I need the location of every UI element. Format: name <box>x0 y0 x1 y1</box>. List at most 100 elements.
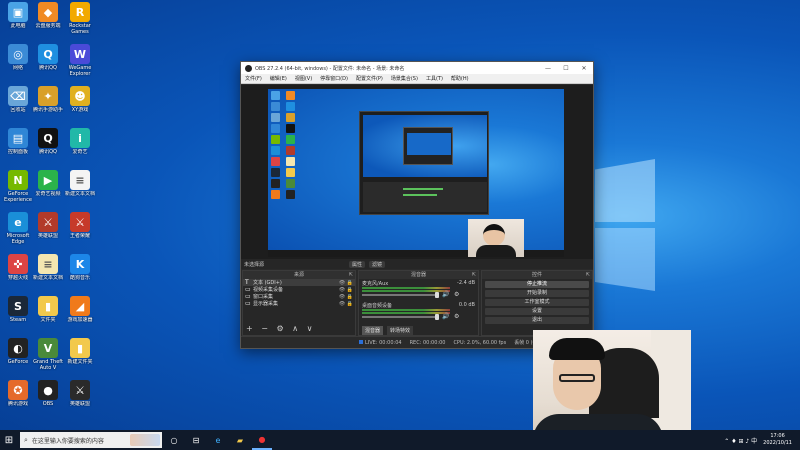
live-status: LIVE: 00:00:04 <box>359 339 402 346</box>
speaker-icon[interactable]: 🔊 <box>442 291 449 298</box>
windows-start-icon[interactable]: ⊞ <box>0 435 18 446</box>
desktop-icon-label: 爱奇艺视频 <box>35 191 61 197</box>
menu-edit[interactable]: 编辑(E) <box>270 75 287 82</box>
sources-list: T 文本 (GDI+) 👁 🔒 ▭ 视频采集设备 👁 🔒 ▭ 窗口采集 👁 🔒 ▭ 显示器采集 👁 🔒 <box>243 279 355 307</box>
desktop-icon[interactable]: V Grand Theft Auto V <box>30 338 66 371</box>
desktop-icon-label: Rockstar Games <box>69 23 91 35</box>
close-button[interactable]: ✕ <box>575 65 593 72</box>
dock-gear-icon[interactable]: ⇱ <box>349 271 353 279</box>
obs-logo-icon <box>245 64 252 72</box>
dock-gear-icon[interactable]: ⇱ <box>586 271 590 279</box>
desktop-icon-label: 腾讯QQ <box>39 149 57 155</box>
exit-button[interactable]: 退出 <box>485 317 589 324</box>
desktop-icon[interactable]: ✦ 腾讯手游助手 <box>30 86 66 113</box>
desktop-icon[interactable]: Q 腾讯QQ <box>30 128 66 155</box>
desktop-icon-label: 腾讯手游助手 <box>32 107 63 113</box>
desktop-icon[interactable]: ● OBS <box>30 380 66 407</box>
desktop-icon[interactable]: ⚔ 英雄联盟 <box>30 212 66 239</box>
desktop-icon[interactable]: ⚔ 英雄联盟 <box>62 380 98 407</box>
desktop-icon[interactable]: ◢ 游戏加速器 <box>62 296 98 323</box>
speaker-icon[interactable]: 🔊 <box>442 313 449 320</box>
desktop-icon[interactable]: ▶ 爱奇艺视频 <box>30 170 66 197</box>
properties-button[interactable]: 属性 <box>349 260 366 268</box>
desktop-icon[interactable]: ▮ 文件夹 <box>30 296 66 323</box>
tab-transitions[interactable]: 转场特效 <box>387 325 414 335</box>
cortana-icon[interactable]: ○ <box>164 430 184 450</box>
window-title: OBS 27.2.4 (64-bit, windows) - 配置文件: 未命名… <box>255 65 405 72</box>
desktop-icon-label: WeGame Explorer <box>68 65 92 77</box>
gear-icon[interactable]: ⚙ <box>454 291 459 298</box>
app-icon: e <box>8 212 28 232</box>
desktop-icon[interactable]: ⚔ 王者荣耀 <box>62 212 98 239</box>
desktop-icon[interactable]: K 酷狗音乐 <box>62 254 98 281</box>
tray-icons[interactable]: ⌃ ♦ ⊞ ♪ 中 <box>724 436 757 445</box>
source-visibility-lock-icons[interactable]: 👁 🔒 <box>337 280 355 286</box>
desktop-icon[interactable]: W WeGame Explorer <box>62 44 98 77</box>
volume-slider[interactable] <box>362 314 439 320</box>
source-item[interactable]: ▭ 视频采集设备 👁 🔒 <box>243 286 355 293</box>
source-visibility-lock-icons[interactable]: 👁 🔒 <box>337 287 355 293</box>
desktop-icon-label: 新建文本文档 <box>64 191 95 197</box>
stop-streaming-button[interactable]: 停止推流 <box>485 281 589 288</box>
menu-file[interactable]: 文件(F) <box>245 75 262 82</box>
app-icon: ▶ <box>38 170 58 190</box>
search-highlight-image[interactable] <box>130 434 160 446</box>
obs-titlebar[interactable]: OBS 27.2.4 (64-bit, windows) - 配置文件: 未命名… <box>241 62 593 74</box>
context-bar: 未选择源 属性 滤镜 <box>241 259 593 269</box>
studio-mode-button[interactable]: 工作室模式 <box>485 299 589 306</box>
app-icon: ▮ <box>70 338 90 358</box>
menu-scene-collection[interactable]: 场景集合(S) <box>391 75 418 82</box>
start-recording-button[interactable]: 开始录制 <box>485 290 589 297</box>
app-icon: V <box>38 338 58 358</box>
mixer-channel-desktop: 桌面音频设备 0.0 dB 🔊 ⚙ <box>359 301 478 323</box>
desktop-icon[interactable]: i 爱奇艺 <box>62 128 98 155</box>
taskbar-search[interactable]: ⌕ 在这里输入你要搜索的内容 <box>20 432 162 448</box>
search-icon: ⌕ <box>24 435 28 444</box>
file-explorer-icon[interactable]: ▰ <box>230 430 250 450</box>
task-view-icon[interactable]: ⊟ <box>186 430 206 450</box>
source-visibility-lock-icons[interactable]: 👁 🔒 <box>337 294 355 300</box>
desktop-icon[interactable]: Q 腾讯QQ <box>30 44 66 71</box>
edge-icon[interactable]: e <box>208 430 228 450</box>
tab-mixer[interactable]: 混音器 <box>362 325 384 335</box>
level-meter <box>362 309 450 311</box>
source-item[interactable]: ▭ 显示器采集 👁 🔒 <box>243 300 355 307</box>
channel-db: 0.0 dB <box>458 302 475 308</box>
maximize-button[interactable]: ☐ <box>557 65 575 72</box>
taskbar: ⊞ ⌕ 在这里输入你要搜索的内容 ○ ⊟ e ▰ ● ⌃ ♦ ⊞ ♪ 中 17:… <box>0 430 800 450</box>
dock-gear-icon[interactable]: ⇱ <box>472 271 476 279</box>
source-item[interactable]: ▭ 窗口采集 👁 🔒 <box>243 293 355 300</box>
desktop-icon-label: 酷狗音乐 <box>69 275 90 281</box>
desktop-icon[interactable]: ▮ 新建文件夹 <box>62 338 98 365</box>
gear-icon[interactable]: ⚙ <box>454 313 459 320</box>
desktop-icon[interactable]: ≡ 新建文本文档 <box>62 170 98 197</box>
menu-docks[interactable]: 停靠窗口(D) <box>320 75 348 82</box>
sources-toolbar[interactable]: + − ⚙ ∧ ∨ <box>246 324 315 333</box>
desktop-icon-label: 新建文本文档 <box>32 275 63 281</box>
desktop-icon[interactable]: ≡ 新建文本文档 <box>30 254 66 281</box>
desktop-icon[interactable]: ◆ 云盘服务端 <box>30 2 66 29</box>
menu-help[interactable]: 帮助(H) <box>451 75 469 82</box>
app-icon: ✜ <box>8 254 28 274</box>
desktop-icon-label: 新建文件夹 <box>67 359 93 365</box>
filters-button[interactable]: 滤镜 <box>369 260 386 268</box>
source-type-icon: ▭ <box>245 293 251 300</box>
app-icon: ≡ <box>70 170 90 190</box>
menu-view[interactable]: 视图(V) <box>295 75 312 82</box>
source-visibility-lock-icons[interactable]: 👁 🔒 <box>337 301 355 307</box>
app-icon: ✦ <box>38 86 58 106</box>
minimize-button[interactable]: — <box>539 65 557 72</box>
clock[interactable]: 17:06 2022/10/11 <box>763 433 792 447</box>
source-item[interactable]: T 文本 (GDI+) 👁 🔒 <box>243 279 355 286</box>
desktop-icon[interactable]: ☻ XY游戏 <box>62 86 98 113</box>
settings-button[interactable]: 设置 <box>485 308 589 315</box>
obs-taskbar-icon[interactable]: ● <box>252 430 272 450</box>
preview-canvas[interactable] <box>268 89 564 257</box>
volume-slider[interactable] <box>362 292 439 298</box>
app-icon: ☻ <box>70 86 90 106</box>
obs-window[interactable]: OBS 27.2.4 (64-bit, windows) - 配置文件: 未命名… <box>240 61 594 349</box>
desktop-icon[interactable]: R Rockstar Games <box>62 2 98 35</box>
menu-profile[interactable]: 配置文件(P) <box>356 75 383 82</box>
menu-tools[interactable]: 工具(T) <box>426 75 443 82</box>
live-indicator-icon <box>359 339 363 344</box>
